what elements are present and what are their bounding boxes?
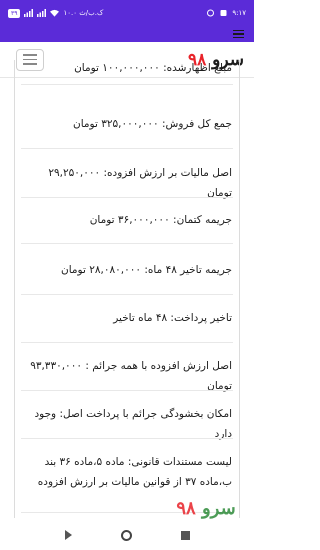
list-item: تاخیر پرداخت: ۴۸ ماه تاخیر — [113, 312, 232, 324]
list-item: لیست مستندات قانونی: ماده ۵،ماده ۳۶ بند … — [37, 456, 232, 488]
recent-apps-icon[interactable] — [180, 530, 190, 540]
result-list: مبلغ اظهارشده: ۱۰۰,۰۰۰,۰۰۰ تومان جمع کل … — [14, 60, 240, 518]
status-left: ۳۹ ۱۰.۰ ک.ب/ث — [8, 8, 104, 18]
battery-icon: ۳۹ — [8, 8, 21, 18]
list-item: مبلغ اظهارشده: ۱۰۰,۰۰۰,۰۰۰ تومان — [74, 62, 232, 74]
browser-toolbar — [0, 26, 254, 42]
list-item: جمع کل فروش: ۳۲۵,۰۰۰,۰۰۰ تومان — [72, 118, 232, 130]
divider — [21, 390, 233, 391]
notification-icon — [220, 10, 227, 16]
home-icon[interactable] — [120, 529, 132, 541]
divider — [21, 438, 233, 439]
clock: ۹:۱۷ — [232, 9, 246, 17]
alarm-icon — [207, 9, 215, 17]
divider — [21, 294, 233, 295]
status-right: ۹:۱۷ — [206, 9, 246, 17]
list-item: جریمه کتمان: ۳۶,۰۰۰,۰۰۰ تومان — [89, 214, 232, 226]
browser-menu-icon[interactable] — [233, 28, 244, 41]
system-nav-bar — [0, 520, 254, 550]
list-item: جریمه تاخیر ۴۸ ماه: ۲۸,۰۸۰,۰۰۰ تومان — [61, 264, 232, 276]
network-speed: ۱۰.۰ ک.ب/ث — [63, 9, 104, 17]
status-bar: ۳۹ ۱۰.۰ ک.ب/ث ۹:۱۷ — [0, 0, 254, 26]
back-icon[interactable] — [64, 530, 72, 540]
wifi-icon — [50, 9, 60, 17]
divider — [21, 197, 233, 198]
signal-icon — [24, 9, 34, 17]
divider — [21, 342, 233, 343]
divider — [21, 148, 233, 149]
watermark-text: سرو — [201, 498, 236, 519]
signal-icon-2 — [37, 9, 47, 17]
divider — [21, 84, 233, 85]
divider — [21, 243, 233, 244]
watermark-number: ۹۸ — [176, 498, 196, 519]
